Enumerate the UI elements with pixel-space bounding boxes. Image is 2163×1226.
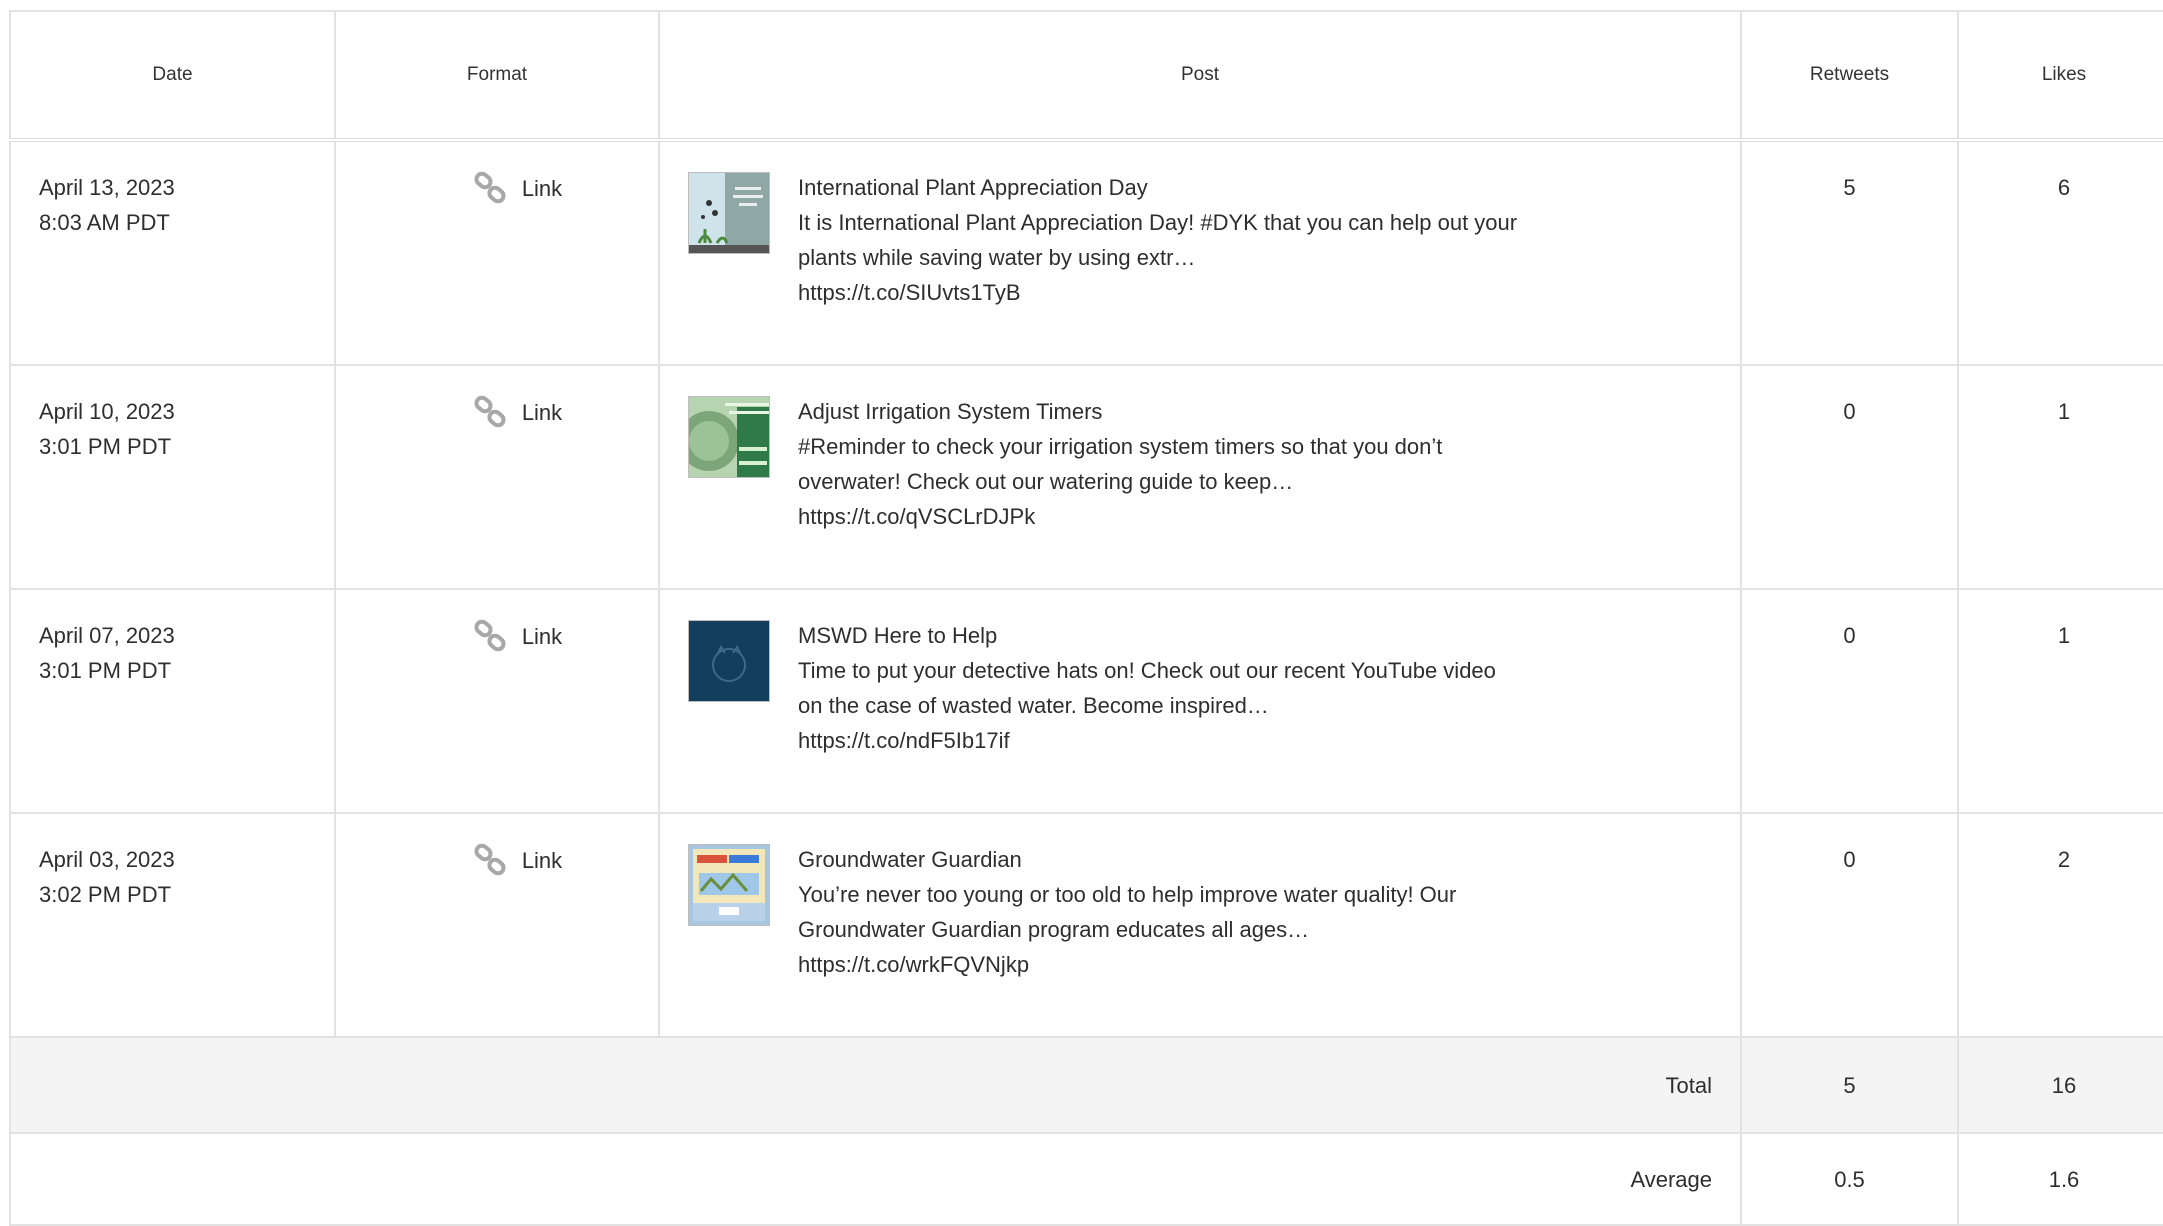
posts-report: Date Format Post Retweets Likes April 13… bbox=[9, 10, 2163, 1226]
post-thumbnail[interactable] bbox=[688, 620, 770, 702]
format-label: Link bbox=[521, 175, 563, 201]
retweets-cell: 0 bbox=[1740, 588, 1959, 814]
total-row: Total 5 16 bbox=[9, 1036, 2163, 1134]
format-label: Link bbox=[521, 399, 563, 425]
date-cell: April 10, 2023 3:01 PM PDT bbox=[9, 364, 336, 590]
format-label: Link bbox=[521, 623, 563, 649]
table-row: April 10, 2023 3:01 PM PDT Link Adjust I… bbox=[9, 364, 2163, 590]
format-cell: Link bbox=[334, 812, 660, 1038]
table-row: April 03, 2023 3:02 PM PDT Link Groundwa… bbox=[9, 812, 2163, 1038]
post-time: 3:01 PM PDT bbox=[39, 658, 172, 683]
link-icon bbox=[474, 843, 506, 876]
column-header-retweets[interactable]: Retweets bbox=[1740, 10, 1959, 142]
post-title[interactable]: Groundwater Guardian bbox=[798, 842, 1518, 877]
format-cell: Link bbox=[334, 139, 660, 366]
post-date: April 13, 2023 bbox=[39, 175, 175, 200]
post-date: April 10, 2023 bbox=[39, 399, 175, 424]
post-cell: International Plant Appreciation Day It … bbox=[658, 139, 1742, 366]
post-time: 8:03 AM PDT bbox=[39, 210, 170, 235]
link-icon bbox=[474, 619, 506, 652]
date-cell: April 03, 2023 3:02 PM PDT bbox=[9, 812, 336, 1038]
total-retweets: 5 bbox=[1740, 1036, 1959, 1134]
likes-cell: 1 bbox=[1957, 364, 2163, 590]
post-date: April 03, 2023 bbox=[39, 847, 175, 872]
post-cell: MSWD Here to Help Time to put your detec… bbox=[658, 588, 1742, 814]
post-url[interactable]: https://t.co/SIUvts1TyB bbox=[798, 275, 1518, 310]
link-icon bbox=[474, 171, 506, 204]
post-url[interactable]: https://t.co/ndF5Ib17if bbox=[798, 723, 1518, 758]
likes-cell: 6 bbox=[1957, 139, 2163, 366]
column-header-date[interactable]: Date bbox=[9, 10, 336, 142]
link-icon bbox=[474, 395, 506, 428]
column-header-likes[interactable]: Likes bbox=[1957, 10, 2163, 142]
post-thumbnail[interactable] bbox=[688, 172, 770, 254]
post-thumbnail[interactable] bbox=[688, 396, 770, 478]
average-likes: 1.6 bbox=[1957, 1132, 2163, 1226]
column-header-post[interactable]: Post bbox=[658, 10, 1742, 142]
post-time: 3:02 PM PDT bbox=[39, 882, 172, 907]
post-title[interactable]: Adjust Irrigation System Timers bbox=[798, 394, 1518, 429]
date-cell: April 07, 2023 3:01 PM PDT bbox=[9, 588, 336, 814]
likes-cell: 1 bbox=[1957, 588, 2163, 814]
date-cell: April 13, 2023 8:03 AM PDT bbox=[9, 139, 336, 366]
post-body: It is International Plant Appreciation D… bbox=[798, 210, 1518, 270]
post-date: April 07, 2023 bbox=[39, 623, 175, 648]
format-cell: Link bbox=[334, 364, 660, 590]
post-title[interactable]: International Plant Appreciation Day bbox=[798, 170, 1518, 205]
post-url[interactable]: https://t.co/qVSCLrDJPk bbox=[798, 499, 1518, 534]
table-row: April 07, 2023 3:01 PM PDT Link MSWD Her… bbox=[9, 588, 2163, 814]
retweets-cell: 0 bbox=[1740, 812, 1959, 1038]
post-title[interactable]: MSWD Here to Help bbox=[798, 618, 1518, 653]
post-cell: Adjust Irrigation System Timers #Reminde… bbox=[658, 364, 1742, 590]
posts-table: Date Format Post Retweets Likes April 13… bbox=[9, 10, 2163, 1226]
total-label: Total bbox=[9, 1036, 1742, 1134]
format-cell: Link bbox=[334, 588, 660, 814]
format-label: Link bbox=[521, 847, 563, 873]
retweets-cell: 5 bbox=[1740, 139, 1959, 366]
post-time: 3:01 PM PDT bbox=[39, 434, 172, 459]
post-cell: Groundwater Guardian You’re never too yo… bbox=[658, 812, 1742, 1038]
post-body: Time to put your detective hats on! Chec… bbox=[798, 658, 1496, 718]
post-url[interactable]: https://t.co/wrkFQVNjkp bbox=[798, 947, 1518, 982]
retweets-cell: 0 bbox=[1740, 364, 1959, 590]
total-likes: 16 bbox=[1957, 1036, 2163, 1134]
table-header: Date Format Post Retweets Likes bbox=[9, 10, 2163, 142]
post-thumbnail[interactable] bbox=[688, 844, 770, 926]
average-retweets: 0.5 bbox=[1740, 1132, 1959, 1226]
table-row: April 13, 2023 8:03 AM PDT Link Internat… bbox=[9, 139, 2163, 366]
post-body: You’re never too young or too old to hel… bbox=[798, 882, 1457, 942]
column-header-format[interactable]: Format bbox=[334, 10, 660, 142]
average-label: Average bbox=[9, 1132, 1742, 1226]
likes-cell: 2 bbox=[1957, 812, 2163, 1038]
post-body: #Reminder to check your irrigation syste… bbox=[798, 434, 1443, 494]
average-row: Average 0.5 1.6 bbox=[9, 1132, 2163, 1226]
